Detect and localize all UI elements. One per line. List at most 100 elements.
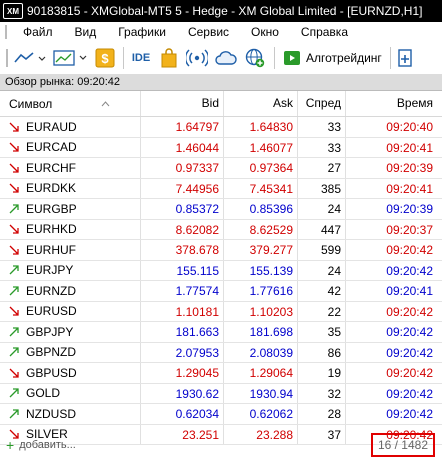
column-header-ask[interactable]: Ask — [224, 91, 298, 116]
table-header: Символ Bid Ask Спред Время — [0, 91, 442, 117]
column-header-symbol[interactable]: Символ — [0, 91, 141, 116]
menu-charts[interactable]: Графики — [107, 25, 177, 39]
table-row[interactable]: EURGBP 0.85372 0.85396 24 09:20:39 — [0, 199, 442, 220]
symbol-name: EURUSD — [26, 304, 77, 319]
line-chart-button[interactable] — [11, 46, 49, 70]
table-row[interactable]: EURUSD 1.10181 1.10203 22 09:20:42 — [0, 301, 442, 322]
ask-cell: 7.45341 — [224, 178, 298, 198]
market-watch-header: Обзор рынка: 09:20:42 — [0, 74, 442, 91]
community-button[interactable] — [242, 46, 268, 70]
window-title: 90183815 - XMGlobal-MT5 5 - Hedge - XM G… — [27, 4, 423, 18]
spread-cell: 22 — [298, 301, 346, 321]
time-cell: 09:20:37 — [386, 222, 433, 237]
table-row[interactable]: EURHKD 8.62082 8.62529 447 09:20:37 — [0, 219, 442, 240]
ask-cell: 155.139 — [224, 260, 298, 280]
table-row[interactable]: EURDKK 7.44956 7.45341 385 09:20:41 — [0, 178, 442, 199]
bid-cell: 181.663 — [141, 322, 224, 342]
table-row[interactable]: GBPUSD 1.29045 1.29064 19 09:20:42 — [0, 363, 442, 384]
market-button[interactable] — [156, 46, 182, 70]
symbol-cell: EURJPY — [0, 260, 141, 280]
symbol-name: EURHKD — [26, 222, 77, 237]
time-cell: 09:20:42 — [386, 386, 433, 401]
symbol-cell: EURDKK — [0, 178, 141, 198]
symbol-cell: GOLD — [0, 383, 141, 403]
arrow-down-right-icon — [9, 122, 19, 132]
table-row[interactable]: EURAUD 1.64797 1.64830 33 09:20:40 — [0, 117, 442, 138]
time-cell: 09:20:42 — [386, 345, 433, 360]
column-header-spread[interactable]: Спред — [298, 91, 346, 116]
table-row[interactable]: GBPJPY 181.663 181.698 35 09:20:42 — [0, 322, 442, 343]
arrow-up-right-icon — [9, 265, 19, 275]
menu-tools[interactable]: Сервис — [177, 25, 240, 39]
toolbar: $ IDE Алготрейдинг — [0, 42, 442, 75]
menu-file[interactable]: Файл — [12, 25, 64, 39]
ide-label: IDE — [131, 52, 151, 64]
spread-cell: 33 — [298, 137, 346, 157]
ask-cell: 0.97364 — [224, 158, 298, 178]
table-row[interactable]: GBPNZD 2.07953 2.08039 86 09:20:42 — [0, 342, 442, 363]
symbol-name: EURCAD — [26, 140, 77, 155]
arrow-up-right-icon — [9, 347, 19, 357]
ask-cell: 1.10203 — [224, 301, 298, 321]
arrow-down-right-icon — [9, 183, 19, 193]
signal-icon — [186, 49, 208, 67]
toolbar-grip-icon — [6, 49, 8, 67]
toolbar-separator — [123, 47, 124, 69]
bid-cell: 1.46044 — [141, 137, 224, 157]
bid-cell: 378.678 — [141, 240, 224, 260]
menu-grip-icon[interactable] — [2, 24, 12, 40]
table-row[interactable]: EURCAD 1.46044 1.46077 33 09:20:41 — [0, 137, 442, 158]
add-icon[interactable]: + — [6, 437, 14, 453]
symbol-name: EURAUD — [26, 119, 77, 134]
symbol-cell: EURCHF — [0, 158, 141, 178]
arrow-down-right-icon — [9, 306, 19, 316]
add-symbol-link[interactable]: добавить... — [19, 439, 76, 451]
symbol-cell: EURAUD — [0, 117, 141, 137]
vps-button[interactable] — [212, 46, 240, 70]
symbol-name: GOLD — [26, 386, 61, 401]
table-row[interactable]: NZDUSD 0.62034 0.62062 28 09:20:42 — [0, 404, 442, 425]
ask-cell: 181.698 — [224, 322, 298, 342]
line-chart-icon — [14, 52, 46, 63]
menu-view[interactable]: Вид — [64, 25, 108, 39]
column-header-time[interactable]: Время — [346, 91, 436, 116]
table-row[interactable]: EURNZD 1.77574 1.77616 42 09:20:41 — [0, 281, 442, 302]
menu-window[interactable]: Окно — [240, 25, 290, 39]
new-document-button[interactable] — [395, 46, 417, 70]
bid-cell: 0.85372 — [141, 199, 224, 219]
arrow-up-right-icon — [9, 204, 19, 214]
symbol-name: EURGBP — [26, 201, 77, 216]
algo-trading-button[interactable]: Алготрейдинг — [279, 46, 386, 70]
market-watch-footer: + добавить... 16 / 1482 — [0, 433, 442, 457]
ask-cell: 379.277 — [224, 240, 298, 260]
time-cell: 09:20:42 — [386, 325, 433, 339]
table-row[interactable]: GOLD 1930.62 1930.94 32 09:20:42 — [0, 383, 442, 404]
ide-button[interactable]: IDE — [128, 46, 154, 70]
spread-cell: 42 — [298, 281, 346, 301]
symbol-cell: EURGBP — [0, 199, 141, 219]
ask-cell: 2.08039 — [224, 342, 298, 362]
table-row[interactable]: EURJPY 155.115 155.139 24 09:20:42 — [0, 260, 442, 281]
time-cell: 09:20:41 — [386, 284, 433, 298]
time-cell: 09:20:42 — [386, 366, 433, 380]
indicators-button[interactable] — [51, 46, 91, 70]
column-header-bid[interactable]: Bid — [141, 91, 224, 116]
signals-button[interactable] — [184, 46, 210, 70]
new-order-button[interactable]: $ — [93, 46, 117, 70]
spread-cell: 19 — [298, 363, 346, 383]
symbol-name: GBPUSD — [26, 365, 77, 380]
ask-cell: 0.62062 — [224, 404, 298, 424]
arrow-down-right-icon — [9, 245, 19, 255]
algo-trading-icon — [284, 51, 300, 65]
time-cell: 09:20:39 — [386, 202, 433, 216]
bid-cell: 2.07953 — [141, 342, 224, 362]
menu-help[interactable]: Справка — [290, 25, 359, 39]
table-row[interactable]: EURHUF 378.678 379.277 599 09:20:42 — [0, 240, 442, 261]
symbol-name: EURHUF — [26, 242, 76, 257]
symbol-cell: GBPUSD — [0, 363, 141, 383]
bid-cell: 1930.62 — [141, 383, 224, 403]
spread-cell: 35 — [298, 322, 346, 342]
spread-cell: 599 — [298, 240, 346, 260]
time-cell: 09:20:42 — [386, 263, 433, 278]
table-row[interactable]: EURCHF 0.97337 0.97364 27 09:20:39 — [0, 158, 442, 179]
